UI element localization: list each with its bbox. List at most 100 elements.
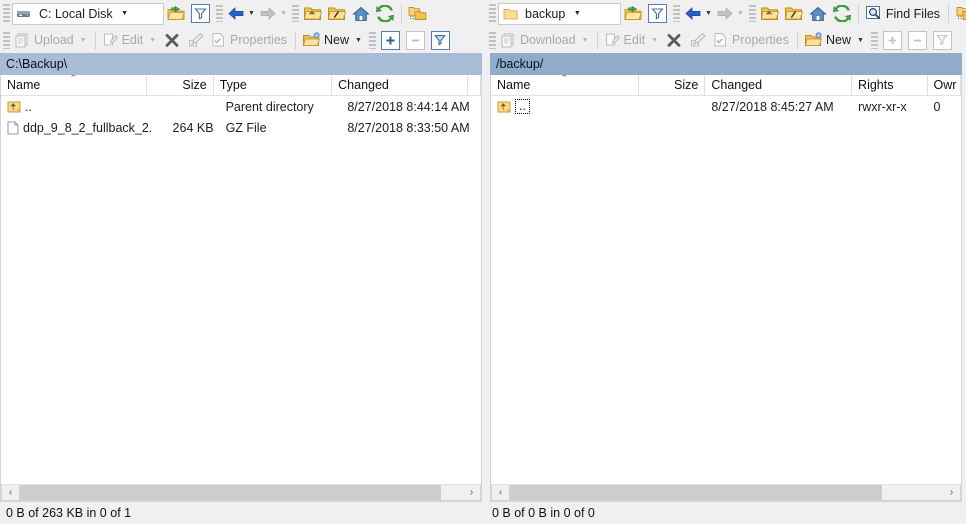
funnel-filter-icon	[191, 4, 210, 23]
right-synchronize-browsing-button[interactable]	[953, 2, 966, 25]
toolbar-gripper[interactable]	[3, 4, 10, 23]
toolbar-gripper[interactable]	[3, 31, 10, 49]
right-row-name-focus: ..	[515, 99, 530, 114]
toolbar-separator	[797, 30, 798, 50]
toolbar-gripper[interactable]	[748, 5, 756, 22]
right-directory-combo[interactable]: backup ▼	[498, 2, 621, 25]
left-delete-button	[160, 29, 184, 52]
right-properties-label: Properties	[732, 33, 789, 47]
toolbar-gripper[interactable]	[489, 4, 496, 23]
right-header-size[interactable]: Size	[639, 75, 706, 95]
chevron-down-icon: ▼	[279, 10, 287, 17]
scroll-right-icon[interactable]: ›	[943, 485, 960, 500]
left-row-size: 264 KB	[172, 120, 214, 135]
chevron-down-icon[interactable]: ▼	[117, 10, 133, 17]
left-new-button[interactable]: New ▼	[300, 29, 366, 52]
new-folder-icon	[804, 32, 823, 48]
left-select-more-button[interactable]	[378, 29, 403, 52]
left-refresh-button[interactable]	[373, 2, 397, 25]
left-filter-button[interactable]	[188, 2, 213, 25]
right-home-directory-button[interactable]	[806, 2, 830, 25]
right-properties-button: Properties	[710, 29, 793, 52]
left-drive-combo[interactable]: C: Local Disk ▼	[12, 2, 164, 25]
left-row-changed: 8/27/2018 8:33:50 AM	[347, 120, 470, 135]
chevron-down-icon: ▼	[149, 36, 157, 44]
chevron-down-icon[interactable]: ▼	[248, 10, 255, 17]
right-new-button[interactable]: New ▼	[802, 29, 868, 52]
toolbar-separator	[94, 30, 96, 50]
left-selection-options-button[interactable]	[428, 29, 453, 52]
sort-ascending-icon: ⌃	[560, 75, 569, 83]
chevron-down-icon[interactable]: ▼	[857, 37, 864, 44]
right-refresh-button[interactable]	[830, 2, 854, 25]
chevron-down-icon[interactable]: ▼	[569, 10, 585, 17]
folder-plain-icon	[499, 7, 521, 21]
left-header-type[interactable]: Type	[214, 75, 333, 95]
left-header-size[interactable]: Size	[147, 75, 214, 95]
left-edit-button: Edit ▼	[100, 29, 160, 52]
right-header-changed[interactable]: Changed	[705, 75, 853, 95]
toolbar-gripper[interactable]	[870, 31, 878, 49]
left-parent-directory-button[interactable]	[301, 2, 325, 25]
toolbar-gripper[interactable]	[673, 5, 680, 22]
right-header-rights[interactable]: Rights	[852, 75, 928, 95]
toolbar-gripper[interactable]	[216, 5, 223, 22]
left-back-button[interactable]: ▼	[225, 2, 257, 25]
file-panes: C:\Backup\ Name ⌃ Size Type Changed .. P…	[0, 53, 966, 502]
right-header-owner[interactable]: Owr	[928, 75, 961, 95]
left-file-list[interactable]: Name ⌃ Size Type Changed .. Parent direc…	[0, 75, 482, 502]
right-root-directory-button[interactable]	[782, 2, 806, 25]
right-horizontal-scrollbar[interactable]: ‹ ›	[491, 484, 961, 501]
toolbar-separator	[857, 4, 859, 23]
toolbar-row-bottom: Upload ▼ Edit ▼ a Properties New ▼ Downl…	[0, 27, 966, 53]
left-synchronize-browsing-button[interactable]	[406, 2, 430, 25]
right-back-button[interactable]: ▼	[682, 2, 714, 25]
find-files-button[interactable]: Find Files	[863, 2, 944, 25]
right-scroll-thumb[interactable]	[509, 485, 883, 500]
toolbar-gripper[interactable]	[368, 31, 376, 49]
right-toolbar-bottom: Download ▼ Edit ▼ a Properties New ▼	[486, 27, 966, 53]
scroll-right-icon[interactable]: ›	[463, 485, 480, 500]
right-file-list[interactable]: Name ⌃ Size Changed Rights Owr .. 8/27/2…	[490, 75, 962, 502]
left-open-directory-button[interactable]	[164, 2, 188, 25]
table-row[interactable]: .. 8/27/2018 8:45:27 AM rwxr-xr-x 0	[491, 96, 961, 117]
right-path-text: /backup/	[496, 57, 544, 71]
left-path-bar[interactable]: C:\Backup\	[0, 53, 482, 75]
right-new-label: New	[826, 33, 852, 47]
left-header-changed[interactable]: Changed	[332, 75, 468, 95]
local-pane: C:\Backup\ Name ⌃ Size Type Changed .. P…	[0, 53, 486, 502]
scroll-left-icon[interactable]: ‹	[492, 485, 509, 500]
left-row-type: Parent directory	[225, 99, 314, 114]
right-scroll-track[interactable]	[509, 485, 943, 500]
table-row[interactable]: .. Parent directory 8/27/2018 8:44:14 AM	[1, 96, 481, 117]
scroll-left-icon[interactable]: ‹	[2, 485, 19, 500]
left-scroll-thumb[interactable]	[19, 485, 441, 500]
toolbar-separator	[295, 30, 297, 50]
right-header-name[interactable]: Name ⌃	[491, 75, 639, 95]
left-header-name[interactable]: Name ⌃	[1, 75, 147, 95]
toolbar-gripper[interactable]	[489, 31, 496, 49]
download-label: Download	[520, 33, 576, 47]
left-new-label: New	[324, 33, 350, 47]
right-filter-button[interactable]	[645, 2, 670, 25]
right-open-directory-button[interactable]	[621, 2, 645, 25]
left-horizontal-scrollbar[interactable]: ‹ ›	[1, 484, 481, 501]
table-row[interactable]: ddp_9_8_2_fullback_2... 264 KB GZ File 8…	[1, 117, 481, 138]
right-row-changed: 8/27/2018 8:45:27 AM	[711, 99, 834, 114]
left-home-directory-button[interactable]	[349, 2, 373, 25]
local-disk-icon	[13, 6, 35, 22]
toolbar-gripper[interactable]	[291, 5, 299, 22]
chevron-down-icon[interactable]: ▼	[355, 37, 362, 44]
parent-directory-icon	[497, 100, 511, 114]
left-row-name[interactable]: ddp_9_8_2_fullback_2...	[1, 121, 151, 135]
left-row-name[interactable]: ..	[1, 100, 151, 114]
right-parent-directory-button[interactable]	[758, 2, 782, 25]
right-path-bar[interactable]: /backup/	[490, 53, 962, 75]
upload-icon	[14, 32, 31, 48]
left-scroll-track[interactable]	[19, 485, 463, 500]
selection-funnel-icon	[932, 30, 952, 50]
left-root-directory-button[interactable]	[325, 2, 349, 25]
properties-icon	[712, 32, 729, 48]
right-row-name[interactable]: ..	[491, 99, 639, 114]
chevron-down-icon[interactable]: ▼	[705, 10, 712, 17]
